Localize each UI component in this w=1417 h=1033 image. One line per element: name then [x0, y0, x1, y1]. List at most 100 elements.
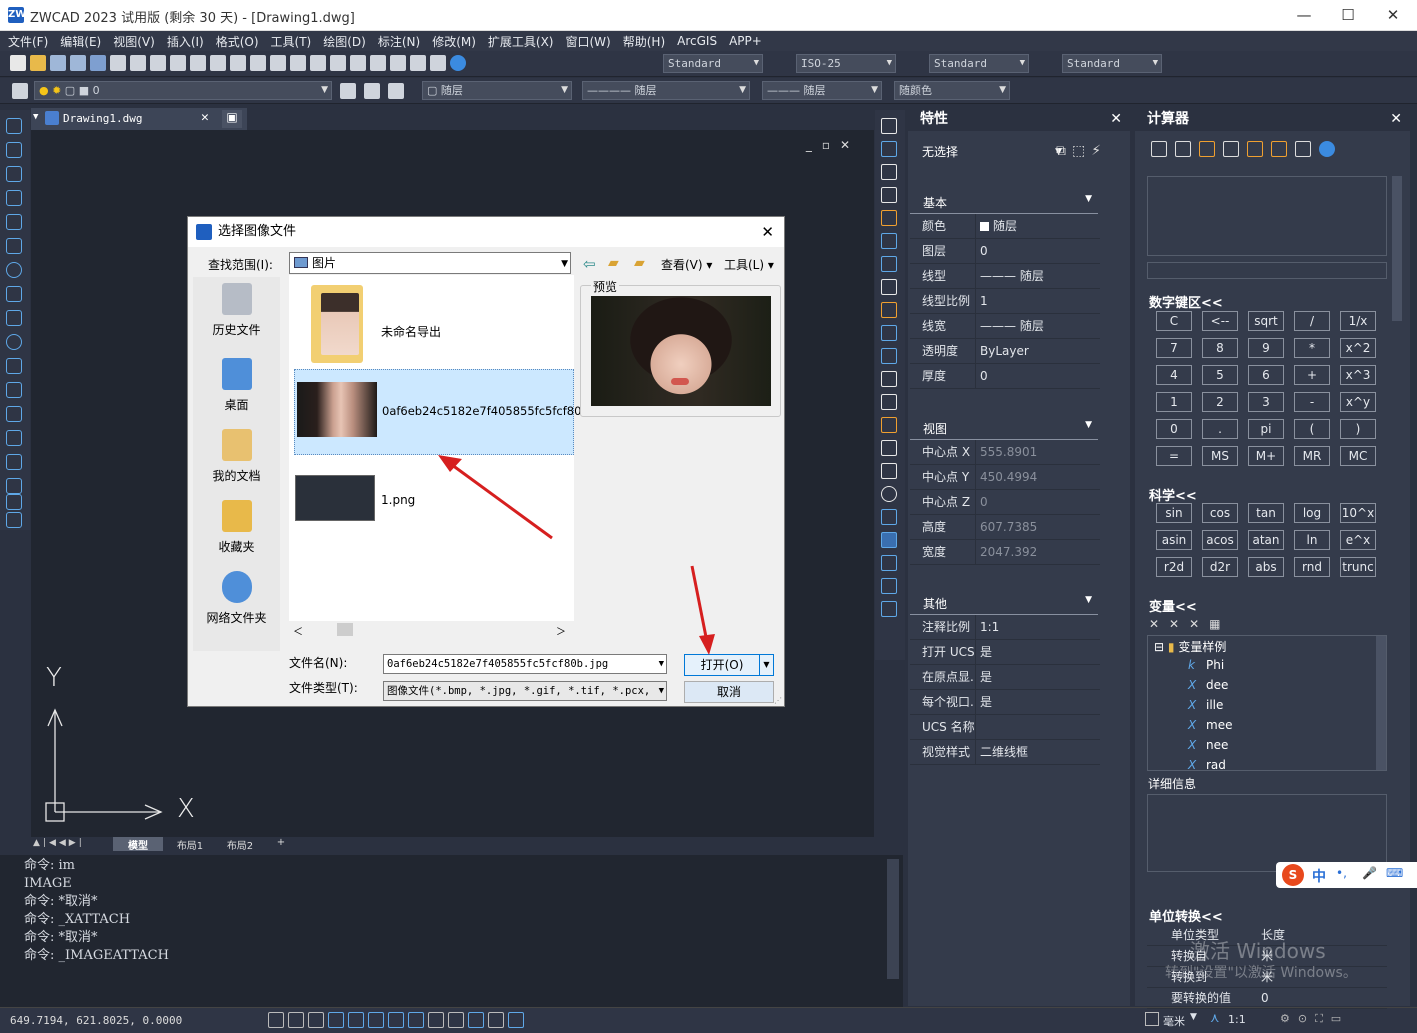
insert-block-icon[interactable] — [6, 382, 22, 398]
property-value[interactable]: 是 — [976, 640, 992, 664]
extend-icon[interactable] — [881, 348, 897, 364]
join-icon[interactable] — [881, 417, 897, 433]
unit-row[interactable]: 要转换的值 0 — [1147, 988, 1387, 1009]
place-favorites[interactable]: 收藏夹 — [193, 500, 280, 555]
science-button[interactable]: ln — [1294, 530, 1330, 550]
scroll-thumb[interactable] — [337, 623, 353, 636]
property-row[interactable]: 线型 ——— 随层 — [910, 264, 1100, 289]
tool-palette-icon[interactable] — [410, 55, 426, 71]
file-list[interactable]: 未命名导出 0af6eb24c5182e7f405855fc5fcf80 1.p… — [289, 275, 581, 625]
zoom-previous-icon[interactable] — [350, 55, 366, 71]
sheet-set-icon[interactable] — [90, 55, 106, 71]
place-history[interactable]: 历史文件 — [193, 283, 280, 338]
undo-icon[interactable] — [250, 55, 266, 71]
numpad-button[interactable]: x^y — [1340, 392, 1376, 412]
cancel-button[interactable]: 取消 — [684, 681, 774, 703]
property-row[interactable]: 注释比例 1:1 — [910, 615, 1100, 640]
menu-edit[interactable]: 编辑(E) — [56, 33, 109, 50]
arc-icon[interactable] — [6, 238, 22, 254]
zoom-icon[interactable] — [310, 55, 326, 71]
property-value[interactable] — [976, 715, 980, 739]
up-folder-icon[interactable]: ▰ — [608, 255, 619, 271]
menu-draw[interactable]: 绘图(D) — [319, 33, 374, 50]
xline-icon[interactable] — [6, 142, 22, 158]
property-value[interactable]: 555.8901 — [976, 440, 1037, 464]
menu-help[interactable]: 帮助(H) — [619, 33, 673, 50]
edit-icon[interactable] — [881, 509, 897, 525]
numpad-title[interactable]: 数字键区<< — [1149, 292, 1223, 311]
property-value[interactable]: 是 — [976, 665, 992, 689]
calc-scrollbar[interactable] — [1392, 176, 1402, 321]
new-folder-icon[interactable]: ▰ — [634, 255, 645, 271]
property-value[interactable]: 2047.392 — [976, 540, 1037, 564]
property-row[interactable]: 线型比例 1 — [910, 289, 1100, 314]
property-row[interactable]: 每个视口... 是 — [910, 690, 1100, 715]
science-button[interactable]: cos — [1202, 503, 1238, 523]
pan-icon[interactable] — [290, 55, 306, 71]
tab-menu-icon[interactable]: ▼ — [33, 112, 38, 122]
table-style-select[interactable]: Standard ▼ — [929, 54, 1029, 73]
new-icon[interactable] — [10, 55, 26, 71]
paste-icon[interactable] — [210, 55, 226, 71]
menu-file[interactable]: 文件(F) — [4, 33, 56, 50]
variable-item[interactable]: Xdee — [1188, 678, 1228, 692]
chamfer-icon[interactable] — [881, 440, 897, 456]
numpad-button[interactable]: x^3 — [1340, 365, 1376, 385]
open-button[interactable]: 打开(O) ▼ — [684, 654, 774, 676]
circle-icon[interactable] — [6, 262, 22, 278]
numpad-button[interactable]: = — [1156, 446, 1192, 466]
revcloud-icon[interactable] — [6, 286, 22, 302]
property-value[interactable]: 二维线框 — [976, 740, 1028, 764]
save-as-icon[interactable] — [70, 55, 86, 71]
science-button[interactable]: atan — [1248, 530, 1284, 550]
ime-toolbar[interactable]: S 中 •, 🎤 ⌨ — [1276, 862, 1417, 888]
variable-item[interactable]: Xrad — [1188, 758, 1226, 772]
command-scrollbar[interactable] — [887, 859, 899, 979]
variables-tree[interactable]: ⊟ ▮ 变量样例 k Phi Xdee Xille Xmee Xnee Xrad — [1147, 635, 1387, 772]
print-icon[interactable] — [110, 55, 126, 71]
osnap-icon[interactable] — [348, 1012, 364, 1028]
calculator-close-icon[interactable]: ✕ — [1390, 108, 1402, 131]
menu-format[interactable]: 格式(O) — [212, 33, 267, 50]
numpad-button[interactable]: + — [1294, 365, 1330, 385]
science-title[interactable]: 科学<< — [1149, 485, 1197, 504]
file-list-hscrollbar[interactable]: ＜ ＞ — [289, 621, 574, 638]
zoom-window-icon[interactable] — [330, 55, 346, 71]
variable-item[interactable]: k Phi — [1188, 658, 1224, 672]
variables-title[interactable]: 变量<< — [1149, 596, 1197, 615]
get-coords-icon[interactable] — [1223, 141, 1239, 157]
input-box[interactable] — [1147, 262, 1387, 279]
ellipse-icon[interactable] — [6, 334, 22, 350]
menu-tools[interactable]: 工具(T) — [267, 33, 320, 50]
unit-value[interactable]: 0 — [1257, 988, 1269, 1008]
numpad-button[interactable]: C — [1156, 311, 1192, 331]
science-button[interactable]: trunc — [1340, 557, 1376, 577]
numpad-button[interactable]: 1/x — [1340, 311, 1376, 331]
property-row[interactable]: 图层 0 — [910, 239, 1100, 264]
property-value[interactable]: 0 — [976, 364, 988, 388]
erase-icon[interactable] — [881, 118, 897, 134]
make-current-icon[interactable] — [388, 83, 404, 99]
snap-icon[interactable] — [288, 1012, 304, 1028]
property-row[interactable]: 高度 607.7385 — [910, 515, 1100, 540]
region-icon[interactable] — [6, 478, 22, 494]
science-button[interactable]: r2d — [1156, 557, 1192, 577]
file-item-selected[interactable]: 0af6eb24c5182e7f405855fc5fcf80 — [294, 369, 581, 455]
numpad-button[interactable]: 2 — [1202, 392, 1238, 412]
draworder-under-icon[interactable] — [881, 601, 897, 617]
property-value[interactable]: 0 — [976, 239, 988, 263]
numpad-button[interactable]: / — [1294, 311, 1330, 331]
property-value[interactable]: ——— 随层 — [976, 314, 1044, 338]
dyn-icon[interactable] — [408, 1012, 424, 1028]
command-window[interactable]: 命令: im IMAGE 命令: *取消* 命令: _XATTACH 命令: *… — [0, 855, 903, 1007]
draworder-front-icon[interactable] — [881, 532, 897, 548]
property-row[interactable]: 颜色 随层 — [910, 214, 1100, 239]
menu-modify[interactable]: 修改(M) — [428, 33, 484, 50]
selection-cycling-icon[interactable] — [468, 1012, 484, 1028]
place-desktop[interactable]: 桌面 — [193, 358, 280, 413]
property-row[interactable]: 打开 UCS...是 — [910, 640, 1100, 665]
properties-icon[interactable] — [370, 55, 386, 71]
mirror-icon[interactable] — [881, 164, 897, 180]
properties-close-icon[interactable]: ✕ — [1110, 108, 1122, 131]
numpad-button[interactable]: ) — [1340, 419, 1376, 439]
